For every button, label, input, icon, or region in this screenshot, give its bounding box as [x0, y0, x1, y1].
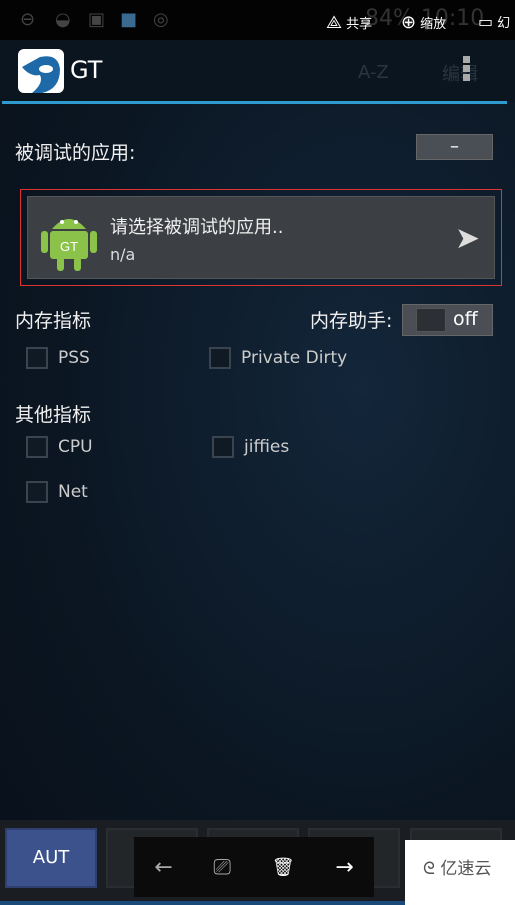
zoom-icon: ⊕	[401, 12, 417, 33]
selected-app-value: n/a	[110, 245, 136, 264]
checkbox-net[interactable]: Net	[26, 481, 88, 503]
zoom-button[interactable]: ⊕ 缩放	[401, 12, 446, 33]
app-bar: GT A-Z 编辑	[0, 40, 515, 102]
memory-helper-toggle[interactable]: off	[402, 304, 493, 336]
checkbox-pss[interactable]: PSS	[26, 347, 90, 369]
memory-helper-label: 内存助手:	[310, 310, 393, 332]
main-screen: GT A-Z 编辑 被调试的应用: – GT 请选择被调试的应用.. n/a ➤…	[0, 40, 515, 905]
sync-icon: ◎	[153, 9, 169, 30]
bottom-accent-line	[0, 901, 405, 905]
checkbox-private-dirty[interactable]: Private Dirty	[209, 347, 347, 369]
notification-icon: ◒	[55, 9, 71, 30]
memory-metrics-label: 内存指标	[15, 310, 92, 332]
watermark: ᘓ 亿速云	[405, 840, 515, 905]
app-selector[interactable]: GT 请选择被调试的应用.. n/a ➤	[20, 189, 502, 286]
back-arrow-icon[interactable]: ←	[154, 855, 172, 880]
floating-toolbar: ← ⎚ 🗑 →	[134, 837, 374, 897]
dnd-icon: ⊖	[20, 9, 36, 30]
send-arrow-icon[interactable]: ➤	[455, 221, 480, 256]
tab-aut[interactable]: AUT	[5, 828, 97, 888]
trash-icon[interactable]: 🗑	[272, 857, 295, 878]
dash-button[interactable]: –	[416, 134, 493, 160]
overflow-menu-icon[interactable]	[463, 56, 471, 83]
android-badge: GT	[60, 239, 78, 254]
select-app-prompt: 请选择被调试的应用..	[110, 217, 284, 238]
checkbox-cpu[interactable]: CPU	[26, 436, 93, 458]
watermark-logo-icon: ᘓ	[423, 859, 435, 879]
app-title: GT	[70, 56, 103, 84]
android-icon: GT	[41, 219, 97, 271]
aut-label: 被调试的应用:	[15, 142, 136, 164]
forward-arrow-icon[interactable]: →	[335, 855, 353, 880]
edit-button[interactable]: 编辑	[442, 60, 478, 86]
slideshow-button[interactable]: ▭ 幻	[478, 12, 510, 31]
gt-notification-icon: ■	[120, 9, 138, 30]
gt-logo	[18, 49, 64, 93]
screenshot-icon[interactable]: ⎚	[213, 855, 231, 880]
accent-divider	[2, 101, 507, 104]
slideshow-icon: ▭	[478, 12, 494, 31]
other-metrics-label: 其他指标	[15, 404, 92, 426]
checkbox-jiffies[interactable]: jiffies	[212, 436, 289, 458]
share-button[interactable]: ⟁ 共享	[326, 12, 372, 33]
share-icon: ⟁	[326, 12, 343, 33]
status-bar: ⊖ ◒ ▣ ■ ◎ 84% 10:10 ⟁ 共享 ⊕ 缩放 ▭ 幻	[0, 0, 515, 40]
sort-button[interactable]: A-Z	[358, 62, 389, 83]
image-icon: ▣	[88, 9, 106, 30]
